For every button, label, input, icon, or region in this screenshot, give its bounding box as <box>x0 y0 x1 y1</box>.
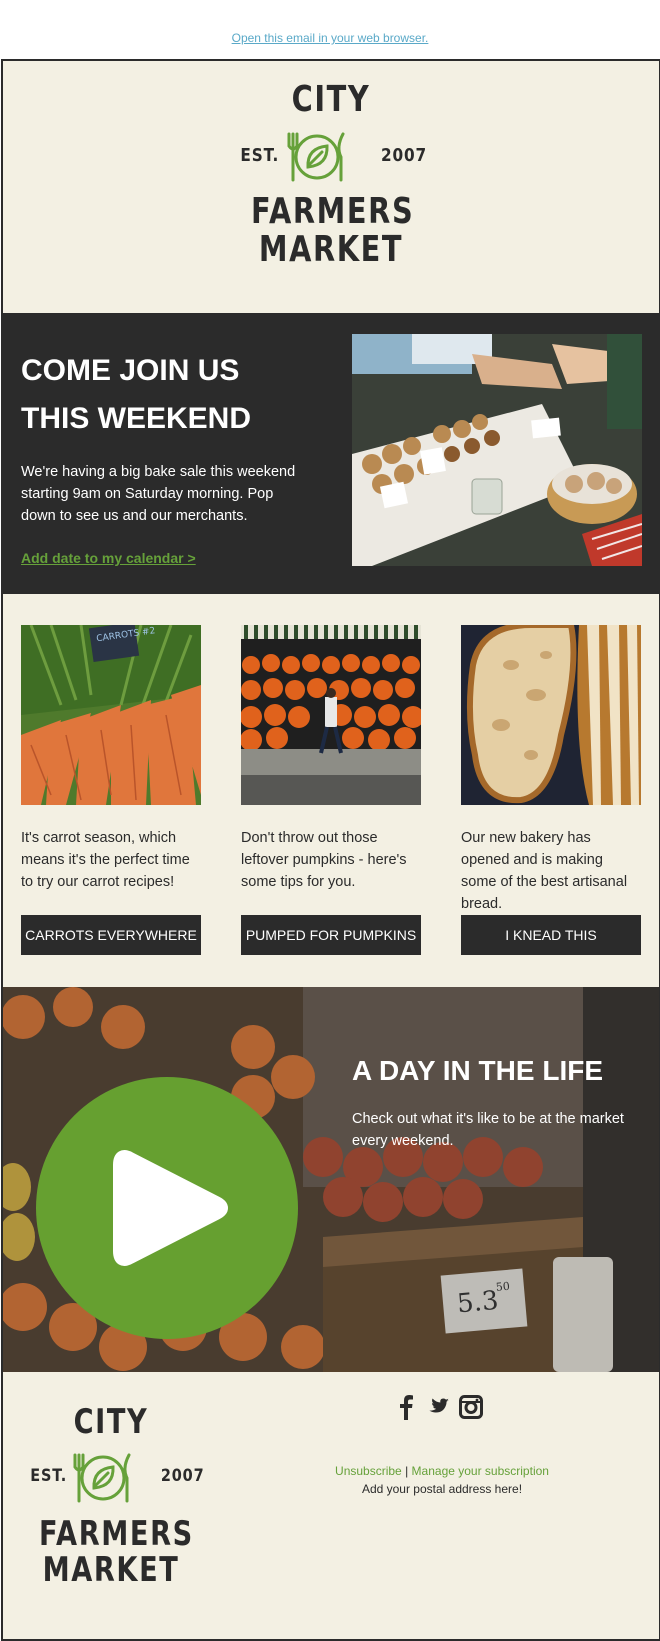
play-icon <box>113 1150 228 1266</box>
logo-city: CITY <box>291 79 371 120</box>
facebook-icon[interactable] <box>399 1394 413 1425</box>
logo-year: 2007 <box>381 145 428 166</box>
twitter-icon[interactable] <box>427 1398 449 1421</box>
email-container: CITY EST. 2007 FARMERS MARKET COME JOIN … <box>1 59 660 1641</box>
footer-logo-city: CITY <box>73 1402 149 1442</box>
logo: CITY EST. 2007 FARMERS MARKET <box>231 79 431 289</box>
bread-photo <box>461 625 641 805</box>
video-section: 5.3 50 A DAY IN THE LIFE Check out what … <box>3 987 659 1372</box>
social-icons <box>397 1394 487 1424</box>
card-pumpkins-text: Don't throw out those leftover pumpkins … <box>241 830 407 890</box>
pumped-for-pumpkins-button[interactable]: PUMPED FOR PUMPKINS <box>241 915 421 955</box>
footer-logo-year: 2007 <box>160 1466 205 1486</box>
fork-leaf-knife-icon <box>287 132 345 182</box>
logo-farmers: FARMERS <box>251 191 415 232</box>
feature-cards: CARROTS #2 It's carrot season, which mea… <box>3 594 659 987</box>
add-to-calendar-link[interactable]: Add date to my calendar > <box>21 550 196 566</box>
hero-heading-line1: COME JOIN US <box>21 354 240 387</box>
logo-market: MARKET <box>258 229 404 270</box>
manage-subscription-link[interactable]: Manage your subscription <box>412 1464 549 1478</box>
footer-logo: CITY EST. 2007 FARMERS MARKET <box>21 1402 203 1602</box>
card-bread-text: Our new bakery has opened and is making … <box>461 830 628 912</box>
pumpkins-photo <box>241 625 421 805</box>
unsubscribe-link[interactable]: Unsubscribe <box>335 1464 402 1478</box>
hero-heading: COME JOIN US THIS WEEKEND <box>21 347 321 443</box>
footer-link-separator: | <box>405 1464 409 1478</box>
footer-fork-leaf-knife-icon <box>73 1453 131 1503</box>
footer-logo-est: EST. <box>30 1466 68 1486</box>
carrots-everywhere-button[interactable]: CARROTS EVERYWHERE <box>21 915 201 955</box>
play-video-button[interactable] <box>36 1077 298 1339</box>
carrots-photo: CARROTS #2 <box>21 625 201 805</box>
i-knead-this-button[interactable]: I KNEAD THIS <box>461 915 641 955</box>
card-carrots: CARROTS #2 It's carrot season, which mea… <box>21 625 201 955</box>
hero-section: COME JOIN US THIS WEEKEND We're having a… <box>3 313 659 594</box>
card-pumpkins: Don't throw out those leftover pumpkins … <box>241 625 421 955</box>
card-bread: Our new bakery has opened and is making … <box>461 625 641 955</box>
video-title: A DAY IN THE LIFE <box>352 1055 604 1086</box>
header: CITY EST. 2007 FARMERS MARKET <box>3 61 659 313</box>
footer: CITY EST. 2007 FARMERS MARKET Unsubscrib… <box>3 1372 659 1639</box>
footer-logo-farmers: FARMERS <box>39 1514 194 1554</box>
hero-heading-line2: THIS WEEKEND <box>21 402 252 435</box>
video-description: Check out what it's like to be at the ma… <box>352 1111 624 1149</box>
postal-address: Add your postal address here! <box>361 1482 523 1496</box>
hero-body: We're having a big bake sale this weeken… <box>21 464 296 524</box>
footer-logo-market: MARKET <box>42 1550 180 1590</box>
footer-links: Unsubscribe | Manage your subscription A… <box>297 1462 587 1498</box>
open-in-browser-link[interactable]: Open this email in your web browser. <box>232 31 429 45</box>
logo-est: EST. <box>240 145 280 166</box>
browser-link-bar: Open this email in your web browser. <box>0 31 660 45</box>
card-carrots-text: It's carrot season, which means it's the… <box>21 830 190 890</box>
bake-sale-photo <box>352 334 642 566</box>
instagram-icon[interactable] <box>459 1395 483 1424</box>
